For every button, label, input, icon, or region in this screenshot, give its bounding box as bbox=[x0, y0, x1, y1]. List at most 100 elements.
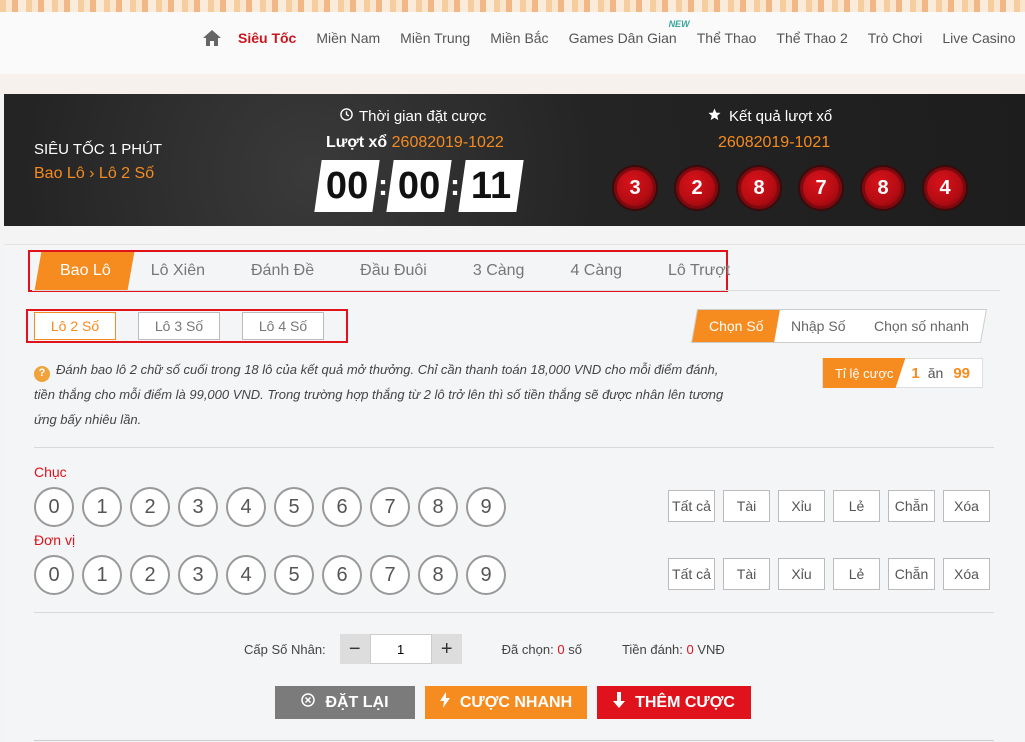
mode-chon-so-nhanh[interactable]: Chọn số nhanh bbox=[857, 310, 986, 342]
quick-all-button[interactable]: Tất cả bbox=[668, 558, 715, 590]
number-ball[interactable]: 3 bbox=[178, 487, 218, 527]
number-row-don-vi: 0 1 2 3 4 5 6 7 8 9 bbox=[34, 555, 506, 595]
game-banner: SIÊU TỐC 1 PHÚT Bao Lô › Lô 2 Số Thời gi… bbox=[4, 94, 1025, 226]
number-ball[interactable]: 4 bbox=[226, 555, 266, 595]
tabs-divider bbox=[32, 290, 1000, 291]
sub-type-tabs: Lô 2 Số Lô 3 Số Lô 4 Số bbox=[26, 309, 348, 343]
decorative-top-strip bbox=[0, 0, 1025, 12]
quick-all-button[interactable]: Tất cả bbox=[668, 490, 715, 522]
draw-id: 26082019-1022 bbox=[391, 134, 504, 151]
reset-button[interactable]: ĐẶT LẠI bbox=[275, 686, 415, 719]
result-label: Kết quả lượt xổ bbox=[729, 108, 833, 125]
number-ball[interactable]: 1 bbox=[82, 555, 122, 595]
stake-unit: VNĐ bbox=[697, 641, 725, 657]
quick-clear-button[interactable]: Xóa bbox=[943, 558, 990, 590]
chosen-label: Đã chọn: bbox=[501, 641, 554, 657]
nav-the-thao-2[interactable]: Thể Thao 2 bbox=[776, 30, 847, 46]
result-ball: 8 bbox=[862, 167, 904, 209]
number-ball[interactable]: 9 bbox=[466, 487, 506, 527]
number-ball[interactable]: 3 bbox=[178, 555, 218, 595]
result-ball: 2 bbox=[676, 167, 718, 209]
subtab-lo-4-so[interactable]: Lô 4 Số bbox=[242, 312, 324, 340]
number-ball[interactable]: 5 bbox=[274, 487, 314, 527]
tab-bao-lo[interactable]: Bao Lô bbox=[34, 252, 135, 290]
result-ball: 7 bbox=[800, 167, 842, 209]
nav-mien-nam[interactable]: Miền Nam bbox=[316, 30, 380, 46]
quick-clear-button[interactable]: Xóa bbox=[943, 490, 990, 522]
bet-description: ? Đánh bao lô 2 chữ số cuối trong 18 lô c… bbox=[34, 357, 734, 432]
multiplier-input[interactable] bbox=[369, 634, 432, 664]
result-ball: 4 bbox=[924, 167, 966, 209]
quick-xiu-button[interactable]: Xỉu bbox=[778, 558, 825, 590]
betting-panel: Bao Lô Lô Xiên Đánh Đề Đầu Đuôi 3 Càng 4… bbox=[4, 244, 1025, 742]
add-bet-label: THÊM CƯỢC bbox=[635, 693, 735, 711]
number-ball[interactable]: 8 bbox=[418, 487, 458, 527]
number-ball[interactable]: 5 bbox=[274, 555, 314, 595]
nav-sieu-toc[interactable]: Siêu Tốc bbox=[238, 30, 296, 46]
quick-xiu-button[interactable]: Xỉu bbox=[778, 490, 825, 522]
action-buttons: ĐẶT LẠI CƯỢC NHANH THÊM CƯỢC bbox=[275, 686, 751, 719]
tab-dau-duoi[interactable]: Đầu Đuôi bbox=[360, 262, 427, 280]
number-ball[interactable]: 9 bbox=[466, 555, 506, 595]
number-ball[interactable]: 1 bbox=[82, 487, 122, 527]
minus-button[interactable]: − bbox=[339, 634, 370, 664]
quick-le-button[interactable]: Lẻ bbox=[833, 558, 880, 590]
number-ball[interactable]: 7 bbox=[370, 555, 410, 595]
mode-chon-so[interactable]: Chọn Số bbox=[692, 310, 781, 342]
stake-label: Tiền đánh: bbox=[621, 641, 683, 657]
tab-lo-xien[interactable]: Lô Xiên bbox=[151, 262, 205, 280]
quick-tai-button[interactable]: Tài bbox=[723, 558, 770, 590]
number-ball[interactable]: 8 bbox=[418, 555, 458, 595]
nav-tro-choi[interactable]: Trò Chơi bbox=[868, 30, 923, 46]
nav-mien-bac[interactable]: Miền Bắc bbox=[490, 30, 548, 46]
quick-bet-button[interactable]: CƯỢC NHANH bbox=[425, 686, 587, 719]
subtab-lo-2-so[interactable]: Lô 2 Số bbox=[34, 312, 116, 340]
number-ball[interactable]: 0 bbox=[34, 555, 74, 595]
divider bbox=[34, 447, 994, 448]
row-label-don-vi: Đơn vị bbox=[34, 532, 76, 548]
nav-the-thao[interactable]: Thể Thao bbox=[697, 30, 757, 46]
chosen-unit: số bbox=[568, 641, 582, 657]
number-ball[interactable]: 6 bbox=[322, 487, 362, 527]
draw-info: Lượt xổ 26082019-1022 bbox=[326, 134, 504, 152]
mode-nhap-so-label: Nhập Số bbox=[791, 318, 846, 334]
game-title: SIÊU TỐC 1 PHÚT bbox=[34, 141, 163, 158]
subtab-lo-3-so[interactable]: Lô 3 Số bbox=[138, 312, 220, 340]
number-ball[interactable]: 2 bbox=[130, 487, 170, 527]
odds-left: 1 bbox=[911, 364, 920, 382]
help-icon: ? bbox=[34, 365, 50, 382]
quick-le-button[interactable]: Lẻ bbox=[833, 490, 880, 522]
quick-chan-button[interactable]: Chẵn bbox=[888, 490, 935, 522]
draw-label: Lượt xổ bbox=[326, 134, 388, 151]
tab-4-cang[interactable]: 4 Càng bbox=[570, 262, 622, 280]
quick-chan-button[interactable]: Chẵn bbox=[888, 558, 935, 590]
tab-danh-de[interactable]: Đánh Đề bbox=[251, 262, 314, 280]
number-row-chuc: 0 1 2 3 4 5 6 7 8 9 bbox=[34, 487, 506, 527]
home-icon[interactable] bbox=[200, 28, 224, 48]
number-ball[interactable]: 7 bbox=[370, 487, 410, 527]
quick-tai-button[interactable]: Tài bbox=[723, 490, 770, 522]
result-ball: 8 bbox=[738, 167, 780, 209]
multiplier-stepper: − + bbox=[339, 634, 462, 664]
quick-select-don-vi: Tất cả Tài Xỉu Lẻ Chẵn Xóa bbox=[668, 558, 990, 590]
chosen-value: 0 bbox=[557, 641, 565, 657]
nav-games-dan-gian[interactable]: Games Dân Gian NEW bbox=[569, 19, 690, 46]
tab-lo-truot[interactable]: Lô Trượt bbox=[668, 262, 730, 280]
odds-word: ăn bbox=[927, 365, 944, 381]
number-ball[interactable]: 0 bbox=[34, 487, 74, 527]
mode-nhap-so[interactable]: Nhập Số bbox=[775, 310, 863, 342]
breadcrumb: Bao Lô › Lô 2 Số bbox=[34, 165, 155, 182]
add-bet-button[interactable]: THÊM CƯỢC bbox=[597, 686, 751, 719]
number-ball[interactable]: 4 bbox=[226, 487, 266, 527]
number-ball[interactable]: 2 bbox=[130, 555, 170, 595]
new-badge: NEW bbox=[668, 19, 690, 29]
tab-3-cang[interactable]: 3 Càng bbox=[473, 262, 525, 280]
odds-right: 99 bbox=[953, 364, 971, 382]
odds-box: Tỉ lệ cược 1 ăn 99 bbox=[822, 358, 984, 388]
bet-type-tabs: Bao Lô Lô Xiên Đánh Đề Đầu Đuôi 3 Càng 4… bbox=[28, 250, 730, 292]
number-ball[interactable]: 6 bbox=[322, 555, 362, 595]
timer-seconds: 11 bbox=[458, 160, 524, 212]
nav-mien-trung[interactable]: Miền Trung bbox=[400, 30, 470, 46]
plus-button[interactable]: + bbox=[431, 634, 462, 664]
nav-live-casino[interactable]: Live Casino bbox=[942, 30, 1015, 46]
